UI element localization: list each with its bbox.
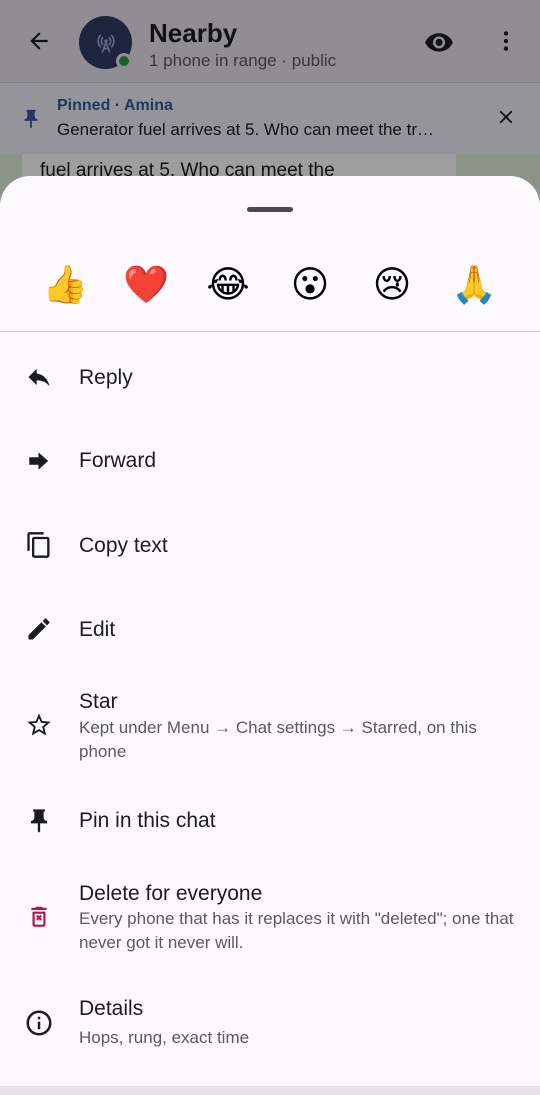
delete-forever-icon bbox=[22, 900, 56, 934]
menu-item-delete-for-everyone[interactable]: Delete for everyone Every phone that has… bbox=[0, 869, 540, 965]
info-icon bbox=[22, 1006, 56, 1040]
menu-label: Details bbox=[79, 997, 144, 1020]
menu-label: Star bbox=[79, 690, 118, 713]
menu-label: Edit bbox=[79, 618, 116, 641]
reaction-surprised[interactable]: 😮 bbox=[284, 256, 336, 312]
menu-sublabel: Every phone that has it replaces it with… bbox=[79, 909, 514, 952]
reply-icon bbox=[22, 360, 56, 394]
menu-item-details[interactable]: Details Hops, rung, exact time bbox=[0, 984, 540, 1064]
menu-label: Reply bbox=[79, 366, 133, 389]
menu-label: Delete for everyone bbox=[79, 882, 263, 905]
forward-arrow-icon bbox=[22, 444, 56, 478]
menu-item-reply[interactable]: Reply bbox=[0, 341, 540, 415]
pin-icon bbox=[22, 804, 56, 838]
menu-sublabel: Kept under Menu → Chat settings → Starre… bbox=[79, 718, 477, 761]
reaction-heart[interactable]: ❤️ bbox=[120, 256, 172, 312]
menu-label: Forward bbox=[79, 449, 157, 472]
drag-handle[interactable] bbox=[247, 207, 293, 212]
system-nav-strip bbox=[0, 1086, 540, 1095]
divider bbox=[0, 331, 540, 332]
pencil-icon bbox=[22, 612, 56, 646]
screen: Nearby 1 phone in range · public Pinned … bbox=[0, 0, 540, 1095]
reaction-laughing[interactable]: 😂 bbox=[202, 256, 254, 312]
menu-item-forward[interactable]: Forward bbox=[0, 424, 540, 498]
copy-icon bbox=[22, 528, 56, 562]
reaction-row: 👍 ❤️ 😂 😮 😢 🙏 bbox=[0, 256, 540, 312]
reaction-pray[interactable]: 🙏 bbox=[448, 256, 500, 312]
menu-item-pin[interactable]: Pin in this chat bbox=[0, 784, 540, 858]
message-actions-sheet: 👍 ❤️ 😂 😮 😢 🙏 Reply Forward Copy text Edi… bbox=[0, 176, 540, 1086]
menu-item-star[interactable]: Star Kept under Menu → Chat settings → S… bbox=[0, 676, 540, 776]
reaction-crying[interactable]: 😢 bbox=[366, 256, 418, 312]
menu-item-edit[interactable]: Edit bbox=[0, 592, 540, 666]
reaction-thumbs-up[interactable]: 👍 bbox=[39, 256, 91, 312]
menu-sublabel: Hops, rung, exact time bbox=[79, 1028, 250, 1047]
menu-label: Pin in this chat bbox=[79, 809, 216, 832]
menu-item-copy-text[interactable]: Copy text bbox=[0, 508, 540, 582]
star-outline-icon bbox=[22, 708, 56, 742]
menu-label: Copy text bbox=[79, 534, 168, 557]
